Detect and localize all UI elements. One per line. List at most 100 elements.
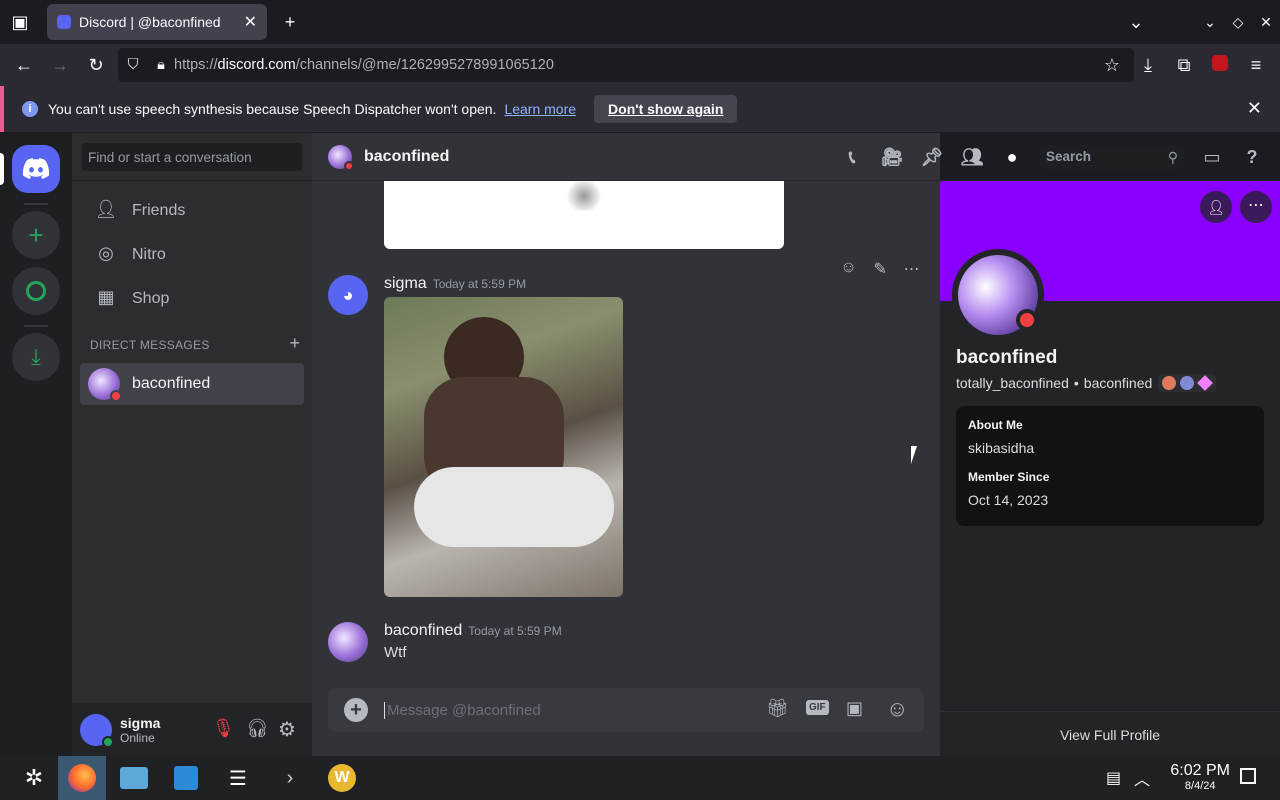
close-notification-icon[interactable]: ✕ [1247, 98, 1262, 119]
settings-taskbar-icon[interactable]: ☰ [214, 756, 262, 800]
message-author[interactable]: sigma [384, 275, 427, 292]
clock[interactable]: 6:02 PM 8/4/24 [1170, 762, 1230, 792]
badge-icon[interactable] [1180, 376, 1195, 390]
find-conversation-input[interactable]: Find or start a conversation [82, 143, 302, 171]
badge-icon[interactable] [1197, 375, 1214, 391]
folder-icon [120, 767, 148, 789]
downloads-icon[interactable]: ⤓ [1136, 53, 1160, 77]
tab-overview-icon[interactable]: ▣ [8, 10, 32, 34]
video-call-icon[interactable]: 🎥︎ [880, 145, 904, 169]
message-author[interactable]: baconfined [384, 622, 462, 639]
attach-plus-icon[interactable]: + [344, 698, 368, 722]
view-full-profile-button[interactable]: View Full Profile [940, 711, 1280, 756]
shield-icon[interactable]: ⛉ [118, 57, 148, 73]
close-tab-icon[interactable]: ✕ [244, 12, 257, 32]
rail-divider [24, 325, 48, 327]
profile-pronoun: baconfined [1083, 375, 1153, 391]
browser-tab[interactable]: Discord | @baconfined ✕ [47, 4, 267, 40]
pinned-messages-icon[interactable]: 📌︎ [920, 145, 944, 169]
search-placeholder: Search [1046, 149, 1092, 164]
settings-gear-icon[interactable]: ⚙ [278, 717, 296, 742]
dm-sidebar: Find or start a conversation 👤︎ Friends … [72, 133, 312, 756]
previous-image-attachment[interactable] [384, 181, 784, 249]
url-bar[interactable]: ⛉ 🔒︎ https://discord.com/channels/@me/12… [118, 48, 1134, 82]
url-path: /channels/@me/1262995278991065120 [295, 57, 554, 73]
gift-icon[interactable]: 🎁︎ [766, 698, 789, 719]
message-input[interactable]: Message @baconfined [384, 701, 541, 719]
more-options-icon[interactable]: ⋯ [904, 259, 920, 283]
file-manager-taskbar-icon[interactable] [110, 756, 158, 800]
show-desktop-icon[interactable] [1240, 768, 1256, 784]
firefox-taskbar-icon[interactable] [58, 756, 106, 800]
bookmark-star-icon[interactable]: ☆ [1104, 55, 1120, 76]
image-attachment[interactable] [384, 297, 623, 597]
search-input[interactable]: Search ⚲ [1040, 145, 1184, 169]
avatar [88, 368, 122, 402]
add-friends-to-dm-icon[interactable]: 👥︎ [960, 145, 984, 169]
terminal-taskbar-icon[interactable]: › [266, 756, 314, 800]
tray-expand-icon[interactable]: ︿ [1134, 766, 1150, 790]
dont-show-again-button[interactable]: Don't show again [594, 95, 738, 123]
mute-mic-icon[interactable]: 🎙︎ [212, 718, 235, 739]
close-window-icon[interactable]: ✕ [1254, 10, 1278, 34]
back-icon[interactable]: ← [12, 53, 36, 77]
store-taskbar-icon[interactable] [162, 756, 210, 800]
sticker-icon[interactable]: ▣ [846, 698, 863, 719]
create-dm-icon[interactable]: + [289, 333, 300, 354]
learn-more-link[interactable]: Learn more [504, 101, 576, 117]
extensions-icon[interactable]: ⧉ [1172, 53, 1196, 77]
nav-shop[interactable]: ▦ Shop [80, 278, 304, 320]
gif-icon[interactable]: GIF [806, 700, 829, 715]
nav-nitro[interactable]: ◎ Nitro [80, 234, 304, 276]
member-since-date: Oct 14, 2023 [968, 492, 1049, 508]
nav-friends[interactable]: 👤︎ Friends [80, 190, 304, 232]
message-timestamp: Today at 5:59 PM [468, 624, 562, 638]
about-me-label: About Me [968, 418, 1023, 432]
rail-divider [24, 203, 48, 205]
store-icon [174, 766, 198, 790]
badge-icon[interactable] [1162, 376, 1177, 390]
add-reaction-icon[interactable]: ☺ [840, 259, 856, 283]
reload-icon[interactable]: ↻ [84, 53, 108, 77]
headphones-icon[interactable]: 🎧︎ [246, 718, 269, 739]
firefox-icon [68, 764, 96, 792]
new-tab-icon[interactable]: + [278, 10, 302, 34]
voice-call-icon[interactable]: 📞︎ [840, 145, 864, 169]
help-icon[interactable]: ? [1240, 145, 1264, 169]
list-tabs-icon[interactable]: ⌄ [1124, 10, 1148, 34]
dm-item-baconfined[interactable]: baconfined [80, 363, 304, 405]
active-pill [0, 153, 4, 185]
direct-messages-home-button[interactable] [12, 145, 60, 193]
maximize-icon[interactable]: ◇ [1226, 10, 1250, 34]
message-avatar-sigma[interactable]: ◕ [328, 275, 368, 315]
download-apps-button[interactable]: ⤓ [12, 333, 60, 381]
profile-more-icon[interactable]: ⋯ [1240, 191, 1272, 223]
message-text: Wtf [384, 644, 407, 661]
edit-icon[interactable]: ✎ [873, 259, 886, 283]
emoji-icon[interactable]: ☺ [886, 696, 908, 722]
message-avatar-baconfined[interactable] [328, 622, 368, 662]
lock-icon[interactable]: 🔒︎ [148, 57, 174, 73]
inbox-icon[interactable]: ▭ [1200, 145, 1224, 169]
dnd-status-icon [110, 390, 122, 402]
info-icon: i [22, 101, 38, 117]
ublock-icon[interactable] [1208, 53, 1232, 77]
discover-button[interactable] [12, 267, 60, 315]
user-avatar[interactable] [80, 713, 114, 748]
nav-friends-label: Friends [132, 202, 186, 219]
forward-icon[interactable]: → [48, 53, 72, 77]
compass-icon [26, 281, 46, 301]
friend-status-icon[interactable]: 👤︎ [1200, 191, 1232, 223]
w-app-taskbar-icon[interactable]: W [318, 756, 366, 800]
friends-icon: 👤︎ [94, 199, 118, 219]
dnd-status-icon [344, 160, 354, 171]
user-status: Online [120, 730, 155, 745]
profile-avatar[interactable] [952, 249, 1044, 341]
menu-icon[interactable]: ≡ [1244, 53, 1268, 77]
app-launcher-icon[interactable]: ✲ [10, 756, 58, 800]
add-server-button[interactable]: + [12, 211, 60, 259]
minimize-icon[interactable]: ⌄ [1198, 10, 1222, 34]
clipboard-icon[interactable]: ▤ [1106, 768, 1121, 788]
dm-item-label: baconfined [132, 375, 211, 392]
user-profile-toggle-icon[interactable]: ● [1000, 145, 1024, 169]
